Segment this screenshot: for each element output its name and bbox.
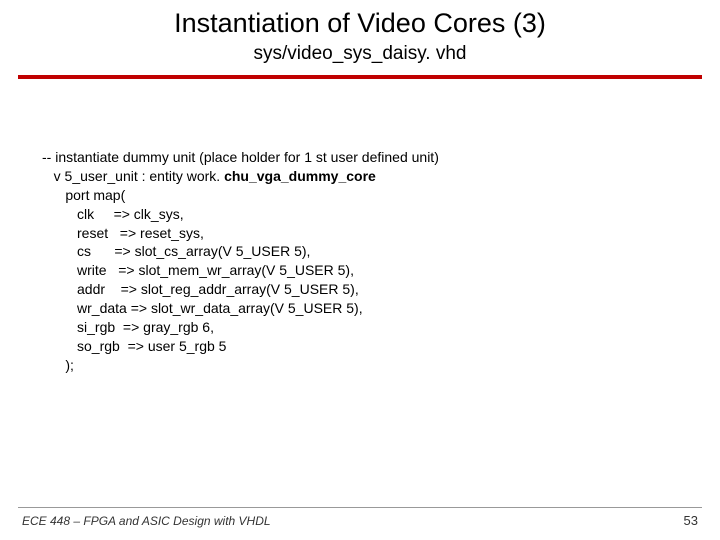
code-line: so_rgb => user 5_rgb 5 bbox=[42, 338, 226, 354]
code-line: reset => reset_sys, bbox=[42, 225, 204, 241]
slide-title: Instantiation of Video Cores (3) bbox=[0, 0, 720, 39]
code-line: cs => slot_cs_array(V 5_USER 5), bbox=[42, 243, 310, 259]
code-line: wr_data => slot_wr_data_array(V 5_USER 5… bbox=[42, 300, 363, 316]
code-line: -- instantiate dummy unit (place holder … bbox=[42, 149, 439, 165]
code-line: si_rgb => gray_rgb 6, bbox=[42, 319, 214, 335]
page-number: 53 bbox=[684, 513, 698, 528]
code-line: ); bbox=[42, 357, 74, 373]
code-line: v 5_user_unit : entity work. bbox=[42, 168, 224, 184]
code-line: clk => clk_sys, bbox=[42, 206, 184, 222]
code-block: -- instantiate dummy unit (place holder … bbox=[42, 148, 439, 375]
code-line: addr => slot_reg_addr_array(V 5_USER 5), bbox=[42, 281, 359, 297]
footer-divider bbox=[18, 507, 702, 508]
slide: Instantiation of Video Cores (3) sys/vid… bbox=[0, 0, 720, 540]
title-underline bbox=[18, 75, 702, 79]
slide-subtitle: sys/video_sys_daisy. vhd bbox=[0, 39, 720, 65]
footer-course: ECE 448 – FPGA and ASIC Design with VHDL bbox=[22, 514, 271, 528]
entity-name: chu_vga_dummy_core bbox=[224, 168, 376, 184]
code-line: port map( bbox=[42, 187, 125, 203]
code-line: write => slot_mem_wr_array(V 5_USER 5), bbox=[42, 262, 354, 278]
